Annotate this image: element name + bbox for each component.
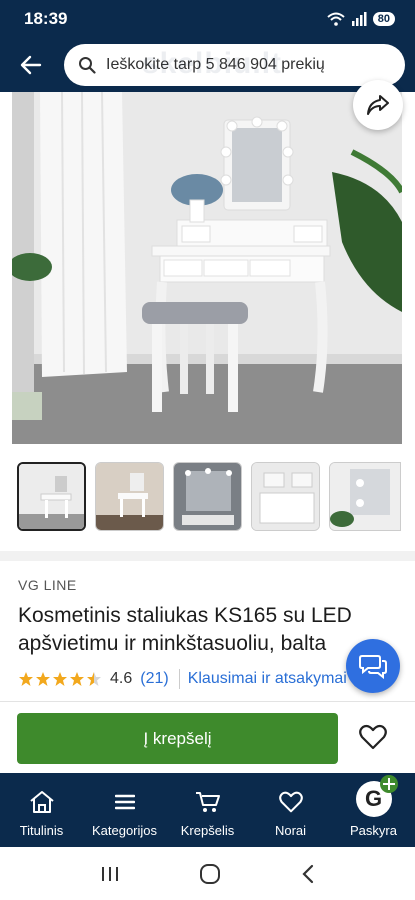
wifi-icon: [327, 12, 345, 26]
nav-account[interactable]: G Paskyra: [332, 773, 415, 847]
search-placeholder: Ieškokite tarp 5 846 904 prekių: [106, 56, 325, 73]
star-icon: [36, 672, 50, 686]
thumbnail-5[interactable]: [329, 462, 401, 531]
nav-home-label: Titulinis: [19, 823, 64, 838]
thumbnail-2[interactable]: [95, 462, 164, 531]
search-input[interactable]: skelbiu.lt Ieškokite tarp 5 846 904 prek…: [64, 44, 405, 86]
wishlist-button[interactable]: [352, 716, 394, 758]
rating-value: 4.6: [110, 670, 133, 687]
nav-cart-label: Krepšelis: [180, 823, 235, 838]
rating-row: 4.6 (21) Klausimai ir atsakymai (8): [18, 668, 371, 690]
product-title-line-2: apšvietimu ir minkštasuoliu, balta: [18, 632, 327, 655]
nav-wishlist[interactable]: Norai: [249, 773, 332, 847]
thumbnail-strip: [17, 462, 401, 531]
bottom-navigation: Titulinis Kategorijos Krepšelis Norai G …: [0, 773, 415, 847]
section-divider: [0, 551, 415, 561]
chat-button[interactable]: [346, 639, 400, 693]
menu-icon: [114, 794, 135, 810]
product-image[interactable]: [12, 92, 402, 444]
nav-cart[interactable]: Krepšelis: [166, 773, 249, 847]
recent-apps-icon[interactable]: [100, 865, 120, 883]
system-navigation: [0, 847, 415, 900]
rating-stars: [18, 671, 102, 687]
sparkle-badge-icon: [379, 775, 398, 793]
arrow-left-icon: [20, 55, 42, 75]
signal-icon: [351, 12, 367, 26]
home-circle-icon[interactable]: [199, 863, 221, 885]
action-bar: Į krepšelį: [0, 701, 415, 773]
star-half-icon: [87, 672, 101, 686]
nav-wishlist-label: Norai: [274, 823, 307, 838]
status-icons: 80: [327, 12, 395, 26]
thumbnail-4[interactable]: [251, 462, 320, 531]
star-icon: [19, 672, 33, 686]
home-icon: [29, 791, 54, 813]
product-title-line-1: Kosmetinis staliukas KS165 su LED: [18, 604, 352, 627]
heart-icon: [359, 724, 387, 750]
add-to-cart-button[interactable]: Į krepšelį: [17, 713, 338, 764]
top-bar: skelbiu.lt Ieškokite tarp 5 846 904 prek…: [0, 38, 415, 92]
product-title: Kosmetinis staliukas KS165 su LED apšvie…: [18, 602, 398, 658]
nav-account-label: Paskyra: [350, 823, 397, 838]
cart-icon: [195, 792, 220, 812]
chat-icon: [359, 655, 387, 680]
back-button[interactable]: [14, 48, 48, 82]
thumbnail-1[interactable]: [17, 462, 86, 531]
brand-name[interactable]: VG LINE: [18, 577, 77, 593]
share-icon: [367, 95, 389, 115]
nav-categories-label: Kategorijos: [91, 823, 158, 838]
questions-link[interactable]: Klausimai ir atsakymai (8): [188, 670, 371, 688]
nav-home[interactable]: Titulinis: [0, 773, 83, 847]
status-bar: 18:39 80: [0, 0, 415, 38]
nav-categories[interactable]: Kategorijos: [83, 773, 166, 847]
separator: [178, 669, 180, 689]
thumbnail-3[interactable]: [173, 462, 242, 531]
reviews-count-link[interactable]: (21): [140, 670, 168, 688]
heart-icon: [278, 791, 303, 813]
search-icon: [79, 57, 96, 74]
battery-indicator: 80: [372, 12, 395, 26]
product-photo: [12, 92, 402, 444]
status-time: 18:39: [24, 9, 68, 28]
star-icon: [70, 672, 84, 686]
share-button[interactable]: [353, 80, 403, 130]
avatar: G: [355, 775, 398, 817]
star-icon: [53, 672, 67, 686]
back-chevron-icon[interactable]: [301, 864, 315, 884]
